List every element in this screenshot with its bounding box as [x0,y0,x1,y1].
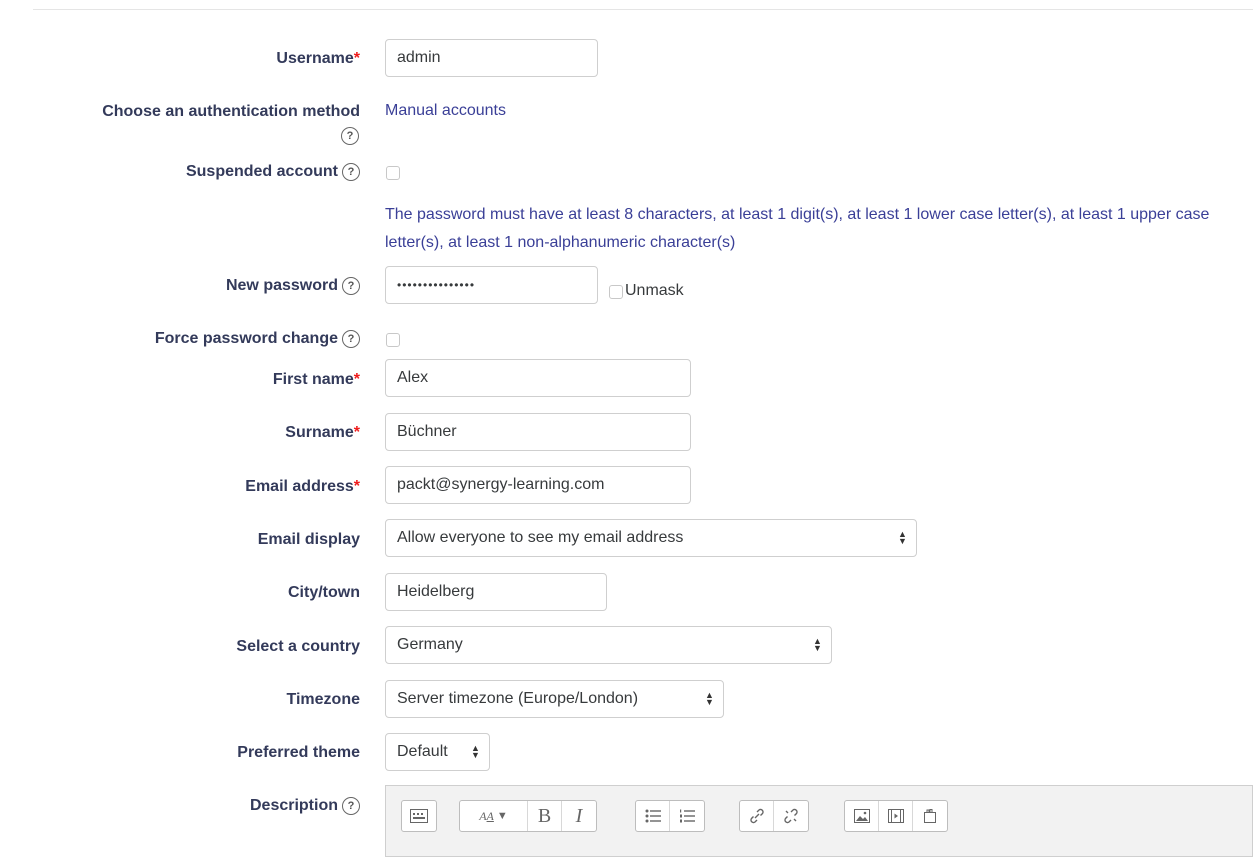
first-name-label: First name* [272,371,360,388]
toolbar-group: A A ▼ B I [459,800,597,832]
toolbar-group [844,800,948,832]
city-label: City/town [288,584,360,601]
email-display-select[interactable]: Allow everyone to see my email address ▲… [385,519,917,557]
italic-icon[interactable]: I [562,801,596,831]
top-divider [33,9,1253,10]
toolbar-group [401,800,437,832]
country-label: Select a country [236,638,360,655]
username-label: Username* [276,50,360,67]
show-more-icon[interactable] [402,801,436,831]
timezone-select[interactable]: Server timezone (Europe/London) ▲ ▼ [385,680,724,718]
surname-label: Surname* [285,424,360,441]
link-icon[interactable] [740,801,774,831]
country-select[interactable]: Germany ▲ ▼ [385,626,832,664]
force-password-change-checkbox[interactable] [386,333,400,347]
theme-label: Preferred theme [237,744,360,761]
auth-method-label: Choose an authentication method [102,103,360,120]
timezone-label: Timezone [286,691,361,708]
suspended-checkbox[interactable] [386,166,400,180]
unmask-checkbox[interactable] [609,285,623,299]
city-input[interactable] [385,573,607,611]
select-arrows-icon: ▲ ▼ [813,636,822,653]
auth-method-value: Manual accounts [385,102,506,119]
font-style-icon[interactable]: A A ▼ [460,801,528,831]
suspended-label: Suspended account? [186,161,360,183]
email-label: Email address* [245,478,360,495]
force-password-change-label: Force password change? [155,328,360,350]
numbered-list-icon[interactable] [670,801,704,831]
unmask-label[interactable]: Unmask [625,282,684,300]
help-icon[interactable]: ? [341,127,359,145]
media-icon[interactable] [879,801,913,831]
new-password-input[interactable] [385,266,598,304]
image-icon[interactable] [845,801,879,831]
description-label: Description? [250,795,360,817]
first-name-input[interactable] [385,359,691,397]
bold-icon[interactable]: B [528,801,562,831]
username-input[interactable] [385,39,598,77]
manage-files-icon[interactable] [913,801,947,831]
help-icon[interactable]: ? [342,329,360,348]
select-arrows-icon: ▲ ▼ [705,690,714,707]
select-arrows-icon: ▲ ▼ [898,529,907,546]
description-editor[interactable]: A A ▼ B I [385,785,1253,857]
theme-select[interactable]: Default ▲ ▼ [385,733,490,771]
email-display-label: Email display [257,531,360,548]
select-arrows-icon: ▲ ▼ [471,743,480,760]
help-icon[interactable]: ? [342,162,360,181]
toolbar-group [635,800,705,832]
unlink-icon[interactable] [774,801,808,831]
new-password-label: New password? [226,275,360,297]
surname-input[interactable] [385,413,691,451]
bullet-list-icon[interactable] [636,801,670,831]
help-icon[interactable]: ? [342,276,360,295]
email-input[interactable] [385,466,691,504]
toolbar-group [739,800,809,832]
help-icon[interactable]: ? [342,796,360,815]
password-policy-text: The password must have at least 8 charac… [385,206,1210,251]
